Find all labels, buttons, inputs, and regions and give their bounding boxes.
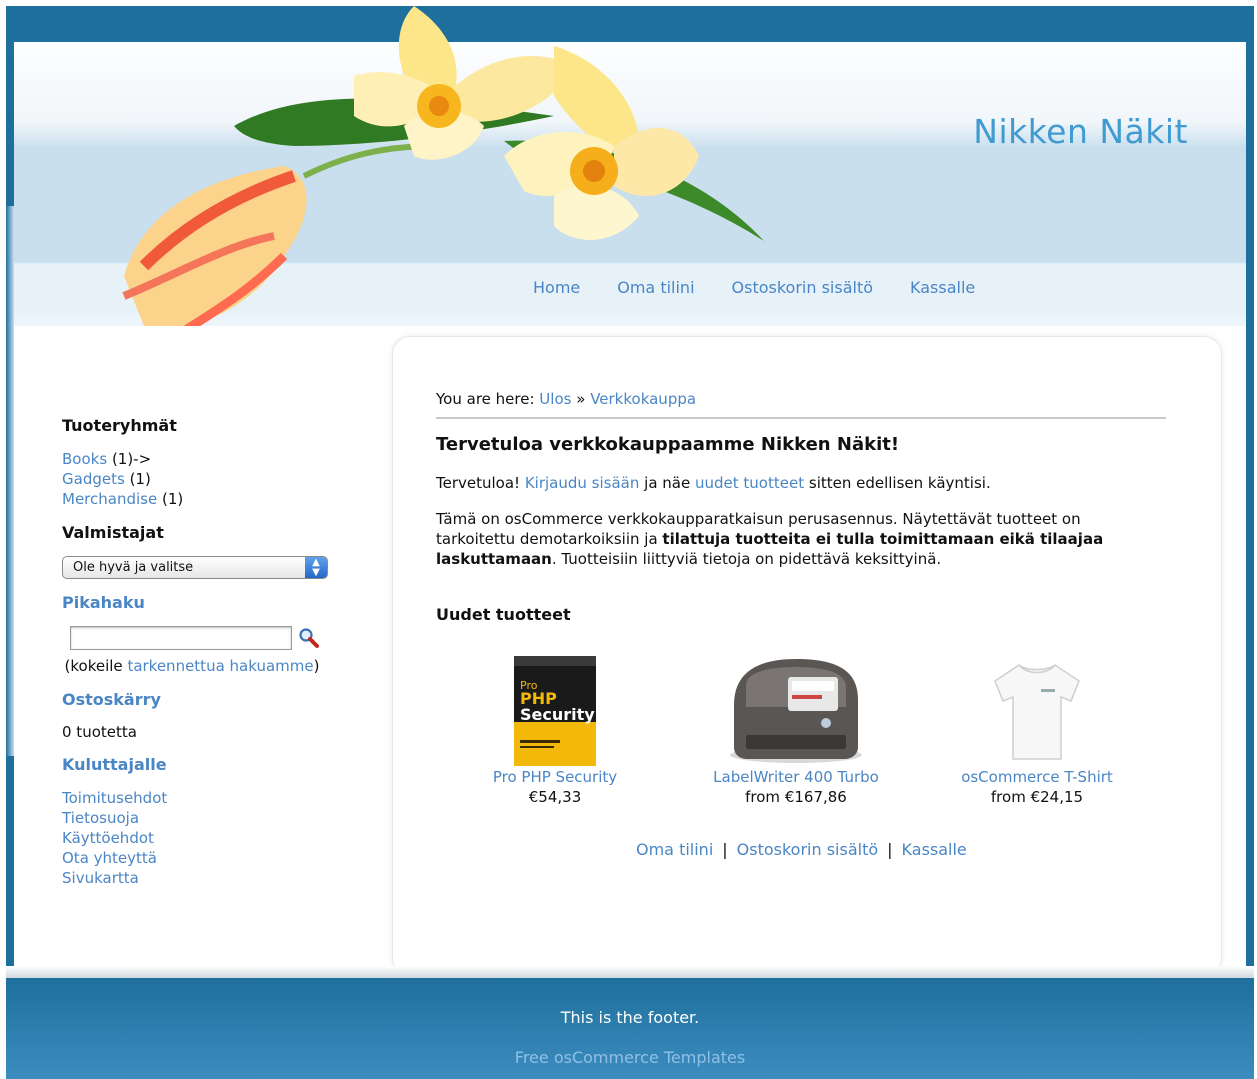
link-separator: | <box>722 840 728 859</box>
product-price: from €167,86 <box>745 788 847 806</box>
cart-heading[interactable]: Ostoskärry <box>62 690 362 709</box>
new-products-heading: Uudet tuotteet <box>436 605 571 624</box>
category-count: (1) <box>129 470 151 488</box>
breadcrumb-prefix: You are here: <box>436 390 535 408</box>
bottom-cart-link[interactable]: Ostoskorin sisältö <box>737 840 879 859</box>
cart-box: Ostoskärry 0 tuotetta <box>62 690 362 741</box>
product-image-link[interactable] <box>676 655 916 767</box>
category-item: Gadgets (1) <box>62 469 362 489</box>
t-shirt-image <box>994 664 1080 760</box>
left-edge-gradient <box>6 206 14 756</box>
advanced-search-link[interactable]: tarkennettua hakuamme <box>127 657 313 675</box>
breadcrumb-divider <box>436 417 1166 419</box>
manufacturers-heading: Valmistajat <box>62 523 164 542</box>
footer-templates-link[interactable]: Free osCommerce Templates <box>6 1048 1254 1067</box>
category-gadgets-link[interactable]: Gadgets <box>62 470 125 488</box>
greeting-part: ja näe <box>644 474 691 492</box>
product-image-link[interactable] <box>917 655 1157 767</box>
info-contact-link[interactable]: Ota yhteyttä <box>62 849 157 867</box>
quick-search-heading: Pikahaku <box>62 593 145 612</box>
categories-box: Tuoteryhmät Books (1)-> Gadgets (1) Merc… <box>62 416 362 509</box>
top-navigation: Home Oma tilini Ostoskorin sisältö Kassa… <box>533 278 975 297</box>
link-separator: | <box>887 840 893 859</box>
manufacturers-box: Valmistajat Ole hyvä ja valitse ▲ ▼ <box>62 523 362 579</box>
category-merchandise-link[interactable]: Merchandise <box>62 490 157 508</box>
info-shipping-link[interactable]: Toimitusehdot <box>62 789 167 807</box>
book-cover-image: Pro PHP Security <box>514 656 596 766</box>
breadcrumb-catalog[interactable]: Verkkokauppa <box>590 390 696 408</box>
footer: This is the footer. Free osCommerce Temp… <box>6 978 1254 1079</box>
nav-home[interactable]: Home <box>533 278 580 297</box>
breadcrumb: You are here: Ulos » Verkkokauppa <box>436 390 696 408</box>
manufacturer-select-value: Ole hyvä ja valitse <box>73 560 194 575</box>
categories-heading: Tuoteryhmät <box>62 416 177 435</box>
select-arrows-icon: ▲ ▼ <box>305 557 327 578</box>
category-count: (1)-> <box>111 450 152 468</box>
hint-text: (kokeile <box>64 657 123 675</box>
manufacturer-select[interactable]: Ole hyvä ja valitse ▲ ▼ <box>62 556 328 579</box>
greeting-part: sitten edellisen käyntisi. <box>808 474 991 492</box>
info-privacy-link[interactable]: Tietosuoja <box>62 809 139 827</box>
category-books-link[interactable]: Books <box>62 450 107 468</box>
product-name-link[interactable]: Pro PHP Security <box>493 768 617 786</box>
product-price: €54,33 <box>528 788 582 806</box>
product-price: from €24,15 <box>990 788 1084 806</box>
category-item: Merchandise (1) <box>62 489 362 509</box>
product-name-link[interactable]: osCommerce T-Shirt <box>961 768 1113 786</box>
page-title: Tervetuloa verkkokauppaamme Nikken Näkit… <box>436 434 900 455</box>
greeting-text: Tervetuloa! Kirjaudu sisään ja näe uudet… <box>436 474 991 492</box>
intro-part: . Tuotteisiin liittyviä tietoja on pidet… <box>551 550 942 568</box>
cart-count: 0 tuotetta <box>62 723 137 741</box>
nav-checkout[interactable]: Kassalle <box>910 278 975 297</box>
magnifier-icon[interactable] <box>298 627 320 649</box>
info-sitemap-link[interactable]: Sivukartta <box>62 869 139 887</box>
search-row <box>70 626 362 650</box>
bottom-links: Oma tilini | Ostoskorin sisältö | Kassalle <box>636 840 967 859</box>
breadcrumb-top[interactable]: Ulos <box>539 390 571 408</box>
site-title: Nikken Näkit <box>973 112 1188 151</box>
footer-text: This is the footer. <box>560 1008 700 1027</box>
product-card: LabelWriter 400 Turbo from €167,86 <box>676 655 916 807</box>
category-count: (1) <box>161 490 184 508</box>
nav-cart-contents[interactable]: Ostoskorin sisältö <box>732 278 874 297</box>
login-link[interactable]: Kirjaudu sisään <box>525 474 640 492</box>
category-item: Books (1)-> <box>62 449 362 469</box>
information-heading: Kuluttajalle <box>62 755 167 774</box>
book-cover-line: Security <box>520 705 595 724</box>
product-card: osCommerce T-Shirt from €24,15 <box>917 655 1157 807</box>
tulips-illustration <box>122 6 764 335</box>
product-card: Pro PHP Security Pro PHP Security €54,33 <box>435 655 675 807</box>
greeting-part: Tervetuloa! <box>436 474 521 492</box>
sidebar: Tuoteryhmät Books (1)-> Gadgets (1) Merc… <box>62 416 362 902</box>
information-box: Kuluttajalle Toimitusehdot Tietosuoja Kä… <box>62 755 362 888</box>
advanced-search-hint: (kokeile tarkennettua hakuamme) <box>62 656 322 676</box>
intro-text: Tämä on osCommerce verkkokaupparatkaisun… <box>436 509 1156 569</box>
new-products-link[interactable]: uudet tuotteet <box>695 474 804 492</box>
info-terms-link[interactable]: Käyttöehdot <box>62 829 154 847</box>
nav-my-account[interactable]: Oma tilini <box>617 278 694 297</box>
breadcrumb-separator: » <box>576 390 586 408</box>
quick-search-box: Pikahaku (kokeile tarkennettua hakuamme) <box>62 593 362 676</box>
label-printer-image <box>730 659 862 763</box>
bottom-my-account-link[interactable]: Oma tilini <box>636 840 713 859</box>
search-input[interactable] <box>70 626 292 650</box>
product-name-link[interactable]: LabelWriter 400 Turbo <box>713 768 879 786</box>
bottom-checkout-link[interactable]: Kassalle <box>902 840 967 859</box>
hint-text-close: ) <box>313 657 320 675</box>
footer-shade <box>6 966 1254 978</box>
product-image-link[interactable]: Pro PHP Security <box>435 655 675 767</box>
